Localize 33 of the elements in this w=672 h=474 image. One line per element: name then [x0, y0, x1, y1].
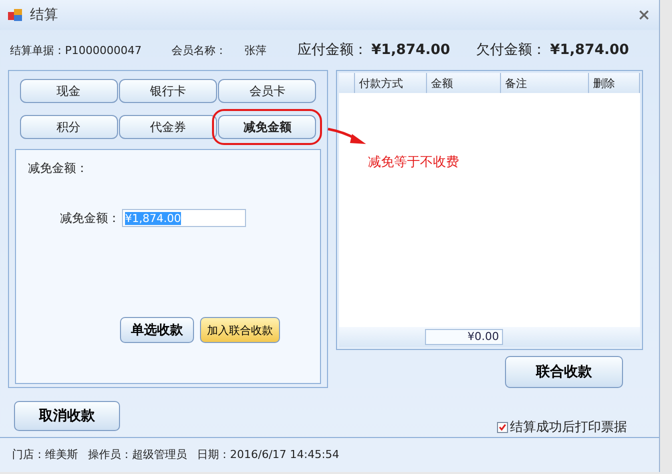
amount-owed-label: 欠付金额： [476, 41, 546, 59]
collect-button[interactable]: 加入联合收款 [200, 317, 280, 343]
payment-method-button[interactable]: 银行卡 [118, 79, 217, 103]
bill-number: P1000000047 [65, 44, 142, 56]
collect-button[interactable]: 单选收款 [120, 317, 194, 343]
amount-owed-value: ¥1,874.00 [550, 42, 629, 58]
date-label: 日期： [197, 446, 230, 462]
combined-collect-button[interactable]: 联合收款 [505, 356, 623, 388]
payment-method-button[interactable]: 积分 [20, 115, 118, 139]
field-label: 减免金额： [60, 210, 120, 226]
window-title: 结算 [30, 6, 58, 24]
close-button[interactable] [637, 10, 651, 20]
print-receipt-label: 结算成功后打印票据 [510, 419, 627, 436]
payment-method-button[interactable]: 会员卡 [218, 79, 316, 103]
payment-method-button[interactable]: 现金 [20, 79, 118, 103]
annotation-text: 减免等于不收费 [368, 154, 459, 171]
total-cell: ¥0.00 [425, 329, 503, 345]
store-label: 门店： [12, 446, 45, 462]
amount-due-label: 应付金额： [297, 41, 368, 59]
member-label: 会员名称： [172, 42, 227, 58]
store-name: 维美斯 [45, 446, 78, 462]
detail-title: 减免金额： [28, 160, 89, 177]
operator-label: 操作员： [88, 446, 132, 462]
payment-method-button[interactable]: 代金券 [118, 115, 217, 139]
bill-label: 结算单据： [10, 42, 65, 58]
cancel-button[interactable]: 取消收款 [14, 401, 120, 431]
amount-due-value: ¥1,874.00 [371, 42, 450, 58]
annotation-arrow [326, 126, 368, 146]
app-icon [8, 8, 22, 22]
date-value: 2016/6/17 14:45:54 [230, 448, 340, 460]
operator-name: 超级管理员 [132, 446, 187, 462]
member-name: 张萍 [244, 42, 267, 58]
print-checkbox[interactable] [497, 422, 508, 432]
